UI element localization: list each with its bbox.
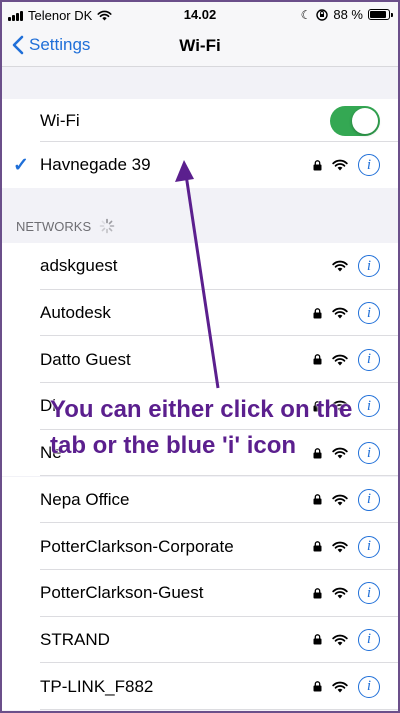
- wifi-icon: [332, 159, 348, 171]
- network-name: adskguest: [40, 256, 118, 276]
- wifi-icon: [332, 541, 348, 553]
- navigation-bar: Settings Wi-Fi: [0, 30, 400, 67]
- network-name: PotterClarkson-Corporate: [40, 536, 234, 556]
- connected-network-name: Havnegade 39: [40, 155, 151, 174]
- lock-icon: [313, 354, 322, 365]
- networks-section-header: NETWORKS: [16, 218, 115, 234]
- lock-icon: [313, 159, 322, 170]
- network-icons: i: [313, 348, 380, 371]
- wifi-icon: [332, 354, 348, 366]
- lock-icon: [313, 587, 322, 599]
- lock-icon: [313, 541, 322, 552]
- loading-spinner-icon: [99, 218, 115, 234]
- wifi-toggle-row: Wi-Fi: [0, 99, 400, 142]
- info-icon[interactable]: i: [358, 154, 380, 176]
- battery-icon: [368, 9, 393, 20]
- info-icon[interactable]: i: [358, 255, 380, 278]
- network-row[interactable]: Nepa Office i: [0, 476, 400, 524]
- lock-icon: [313, 307, 322, 319]
- network-row[interactable]: STRAND i: [0, 616, 400, 664]
- wifi-toggle-switch[interactable]: [330, 105, 380, 136]
- wifi-icon: [332, 681, 348, 693]
- checkmark-icon: ✓: [13, 154, 29, 176]
- network-row[interactable]: adskguest i: [0, 243, 400, 290]
- info-icon[interactable]: i: [358, 582, 380, 605]
- status-right: ☾ 88 %: [300, 7, 393, 22]
- info-icon[interactable]: i: [358, 675, 380, 698]
- network-name: STRAND: [40, 629, 110, 649]
- wifi-icon: [332, 587, 348, 599]
- info-icon[interactable]: i: [358, 348, 380, 371]
- wifi-icon: [332, 634, 348, 646]
- lock-icon: [313, 634, 322, 645]
- moon-icon: ☾: [300, 7, 312, 22]
- info-icon[interactable]: i: [358, 535, 380, 558]
- connected-network-icons: i: [313, 154, 380, 176]
- network-icons: i: [313, 535, 380, 558]
- networks-header-label: NETWORKS: [16, 218, 92, 234]
- network-row[interactable]: Autodesk i: [0, 289, 400, 337]
- row-separator: [40, 708, 400, 710]
- lock-icon: [313, 681, 322, 692]
- network-row[interactable]: TP-LINK_F882 i: [0, 663, 400, 710]
- battery-percent: 88 %: [333, 7, 363, 22]
- connected-network-row[interactable]: ✓ Havnegade 39 i: [0, 142, 400, 188]
- network-name: TP-LINK_F882: [40, 676, 154, 696]
- network-name: Nepa Office: [40, 489, 130, 509]
- wifi-icon: [332, 494, 348, 506]
- network-icons: i: [313, 628, 380, 651]
- network-row[interactable]: Datto Guest i: [0, 336, 400, 384]
- network-icons: i: [313, 675, 380, 698]
- battery-fill: [370, 11, 386, 18]
- orientation-lock-icon: [316, 8, 329, 21]
- network-name: PotterClarkson-Guest: [40, 583, 204, 603]
- network-name: Datto Guest: [40, 349, 131, 369]
- network-row[interactable]: PotterClarkson-Guest i: [0, 569, 400, 617]
- status-bar: Telenor DK 14.02 ☾ 88 %: [0, 0, 400, 30]
- page-title: Wi-Fi: [179, 36, 221, 55]
- wifi-icon: [332, 307, 348, 319]
- network-row[interactable]: PotterClarkson-Corporate i: [0, 523, 400, 570]
- network-icons: i: [313, 302, 380, 325]
- info-icon[interactable]: i: [358, 302, 380, 325]
- wifi-icon: [332, 261, 348, 272]
- info-icon[interactable]: i: [358, 488, 380, 511]
- network-icons: i: [313, 582, 380, 605]
- info-icon[interactable]: i: [358, 628, 380, 651]
- lock-icon: [313, 494, 322, 505]
- annotation-text: You can either click on the tab or the b…: [50, 396, 353, 459]
- wifi-toggle-label: Wi-Fi: [40, 110, 80, 130]
- network-icons: i: [313, 488, 380, 511]
- network-icons: i: [332, 255, 380, 278]
- toggle-knob: [352, 107, 378, 134]
- network-name: Autodesk: [40, 303, 111, 323]
